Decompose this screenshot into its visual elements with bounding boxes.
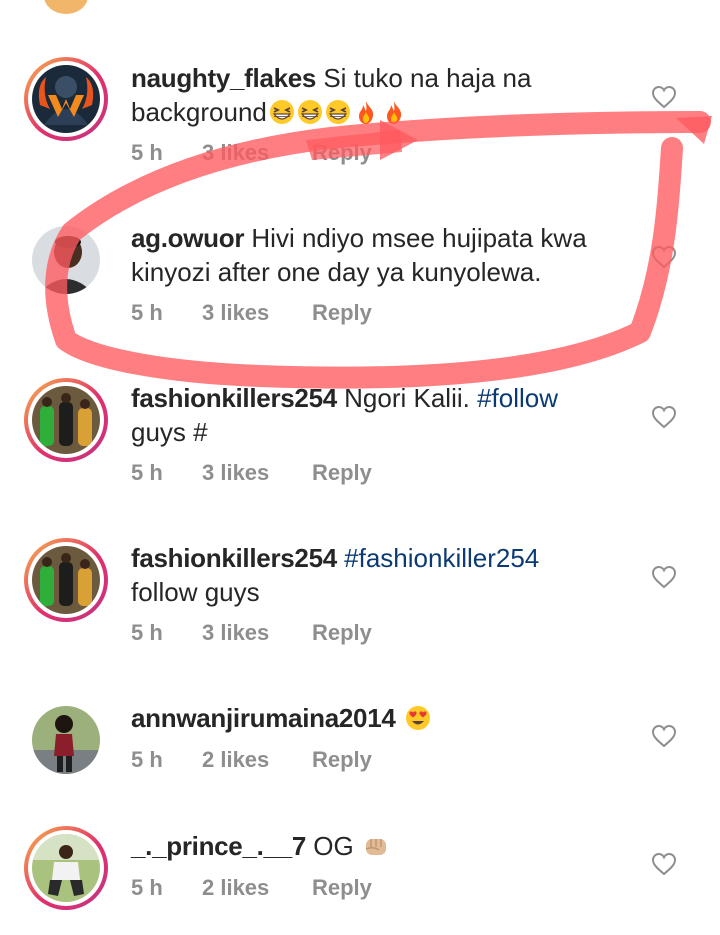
comment-time: 5 h — [131, 747, 163, 772]
reply-button[interactable]: Reply — [312, 875, 372, 901]
hashtag-link[interactable]: #follow — [477, 383, 558, 413]
avatar-container[interactable] — [24, 698, 108, 782]
like-heart-icon[interactable] — [651, 565, 677, 589]
comment-text: fashionkillers254 #fashionkiller254 foll… — [131, 541, 651, 609]
like-heart-icon[interactable] — [651, 852, 677, 876]
comment-username[interactable]: fashionkillers254 — [131, 543, 337, 573]
like-heart-icon[interactable] — [651, 85, 677, 109]
avatar — [32, 226, 100, 294]
like-heart-icon[interactable] — [651, 724, 677, 748]
comment-text-line2: follow guys — [131, 577, 260, 607]
avatar — [32, 834, 100, 902]
comment-text: _._prince_.__7 OG — [131, 829, 651, 863]
fist-emoji — [363, 833, 389, 859]
avatar-story-ring[interactable] — [24, 538, 108, 622]
comment-text-line2: kinyozi after one day ya kunyolewa. — [131, 257, 542, 287]
heart-eyes-emoji — [405, 705, 431, 731]
comment-likes[interactable]: 3 likes — [202, 300, 269, 326]
like-heart-icon[interactable] — [651, 245, 677, 269]
comment-text: naughty_flakes Si tuko na haja na backgr… — [131, 61, 651, 129]
comment-text-line1: Ngori Kalii. — [344, 383, 470, 413]
reply-button[interactable]: Reply — [312, 460, 372, 486]
avatar-container[interactable] — [24, 218, 108, 302]
fire-emoji — [381, 99, 407, 125]
avatar-story-ring[interactable] — [24, 57, 108, 141]
like-heart-icon[interactable] — [651, 405, 677, 429]
comment-likes[interactable]: 2 likes — [202, 747, 269, 773]
comment-username[interactable]: naughty_flakes — [131, 63, 316, 93]
avatar-story-ring[interactable] — [24, 826, 108, 910]
comment-username[interactable]: fashionkillers254 — [131, 383, 337, 413]
avatar — [32, 546, 100, 614]
avatar — [32, 706, 100, 774]
comments-screen: naughty_flakes Si tuko na haja na backgr… — [0, 0, 720, 935]
comment-time: 5 h — [131, 140, 163, 165]
avatar — [32, 65, 100, 133]
comment-likes[interactable]: 2 likes — [202, 875, 269, 901]
comment-likes[interactable]: 3 likes — [202, 140, 269, 166]
comment-username[interactable]: annwanjirumaina2014 — [131, 703, 396, 733]
comment-text-line1: Si tuko na haja na — [323, 63, 532, 93]
comment-time: 5 h — [131, 620, 163, 645]
grinning-squint-emoji — [297, 99, 323, 125]
grinning-squint-emoji — [269, 99, 295, 125]
comment-text-line2: background — [131, 97, 267, 127]
comment-text: ag.owuor Hivi ndiyo msee hujipata kwa ki… — [131, 221, 651, 289]
comment-time: 5 h — [131, 875, 163, 900]
reply-button[interactable]: Reply — [312, 140, 372, 166]
comment-time: 5 h — [131, 460, 163, 485]
comment-username[interactable]: ag.owuor — [131, 223, 244, 253]
avatar — [32, 386, 100, 454]
reply-button[interactable]: Reply — [312, 620, 372, 646]
hashtag-link[interactable]: #fashionkiller254 — [344, 543, 539, 573]
reply-button[interactable]: Reply — [312, 747, 372, 773]
comment-text: fashionkillers254 Ngori Kalii. #follow g… — [131, 381, 651, 449]
comment-text-line1: OG — [313, 831, 354, 861]
comment-time: 5 h — [131, 300, 163, 325]
comment-likes[interactable]: 3 likes — [202, 620, 269, 646]
grinning-squint-emoji — [325, 99, 351, 125]
comment-likes[interactable]: 3 likes — [202, 460, 269, 486]
reply-button[interactable]: Reply — [312, 300, 372, 326]
comment-text-line2: guys # — [131, 417, 208, 447]
comment-username[interactable]: _._prince_.__7 — [131, 831, 306, 861]
comment-text-line1: Hivi ndiyo msee hujipata kwa — [251, 223, 587, 253]
comment-text: annwanjirumaina2014 — [131, 701, 651, 735]
fire-emoji — [353, 99, 379, 125]
avatar-story-ring[interactable] — [24, 378, 108, 462]
previous-avatar-edge — [44, 0, 88, 14]
